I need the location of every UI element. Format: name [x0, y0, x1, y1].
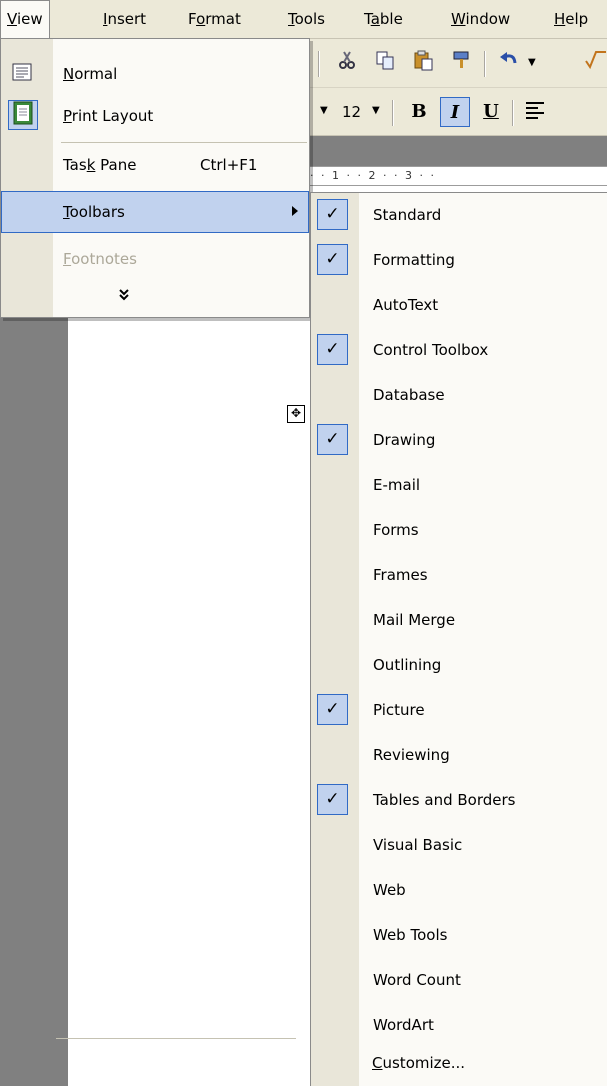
- toolbar-item-label: E-mail: [373, 476, 421, 494]
- toolbar-item-visual-basic[interactable]: Visual Basic: [311, 823, 607, 868]
- menu-tools[interactable]: Tools: [288, 0, 325, 38]
- toolbar-item-label: Customize...: [372, 1054, 466, 1072]
- menu-bar: View Insert Format Tools Table Window He…: [0, 0, 607, 39]
- view-menu-item-label: Footnotes: [63, 250, 137, 268]
- view-menu-item-print-layout[interactable]: Print Layout: [1, 95, 309, 137]
- menu-separator: [56, 1038, 296, 1039]
- view-menu-item-label: Normal: [63, 65, 118, 83]
- toolbar-item-label: AutoText: [373, 296, 439, 314]
- toolbar-item-label: Visual Basic: [373, 836, 463, 854]
- toolbar-item-outlining[interactable]: Outlining: [311, 643, 607, 688]
- toolbar-item-formatting[interactable]: ✓ Formatting: [311, 238, 607, 283]
- toolbar-item-label: Reviewing: [373, 746, 450, 764]
- toolbar-item-label: Mail Merge: [373, 611, 456, 629]
- toolbar-item-label: Control Toolbox: [373, 341, 489, 359]
- toolbar-item-label: Word Count: [373, 971, 461, 989]
- toolbar-item-label: Standard: [373, 206, 442, 224]
- expand-menu-chevron-icon[interactable]: [113, 288, 135, 308]
- toolbar-separator: [512, 100, 514, 126]
- toolbar-item-label: Outlining: [373, 656, 442, 674]
- copy-icon[interactable]: [372, 49, 398, 75]
- toolbar-item-label: Drawing: [373, 431, 436, 449]
- toolbar-item-tables-and-borders[interactable]: ✓ Tables and Borders: [311, 778, 607, 823]
- checkmark-icon: ✓: [317, 199, 348, 230]
- normal-view-icon: [11, 62, 33, 84]
- insert-equation-icon[interactable]: [582, 49, 607, 75]
- underline-button[interactable]: U: [476, 97, 506, 127]
- toolbar-item-frames[interactable]: Frames: [311, 553, 607, 598]
- toolbar-item-database[interactable]: Database: [311, 373, 607, 418]
- checkmark-icon: ✓: [317, 694, 348, 725]
- toolbar-item-web[interactable]: Web: [311, 868, 607, 913]
- view-menu-item-label: Print Layout: [63, 107, 154, 125]
- toolbar-separator: [318, 51, 320, 77]
- view-menu-item-label: Task Pane: [63, 156, 137, 174]
- menu-format[interactable]: Format: [188, 0, 241, 38]
- checkmark-icon: ✓: [317, 424, 348, 455]
- toolbar-item-standard[interactable]: ✓ Standard: [311, 193, 607, 238]
- menu-window[interactable]: Window: [451, 0, 510, 38]
- font-dropdown-icon[interactable]: ▼: [320, 105, 328, 116]
- menu-view[interactable]: View: [0, 0, 50, 38]
- toolbar-item-autotext[interactable]: AutoText: [311, 283, 607, 328]
- toolbar-item-label: Database: [373, 386, 445, 404]
- menu-table[interactable]: Table: [364, 0, 403, 38]
- undo-icon[interactable]: [496, 49, 522, 75]
- toolbar-item-label: Web: [373, 881, 406, 899]
- toolbar-item-label: Web Tools: [373, 926, 448, 944]
- toolbar-item-picture[interactable]: ✓ Picture: [311, 688, 607, 733]
- menu-help[interactable]: Help: [554, 0, 588, 38]
- toolbars-submenu: ✓ Standard ✓ Formatting AutoText ✓ Contr…: [310, 192, 607, 1086]
- checkmark-icon: ✓: [317, 244, 348, 275]
- toolbar-item-e-mail[interactable]: E-mail: [311, 463, 607, 508]
- table-move-handle-icon[interactable]: ✥: [287, 405, 305, 423]
- ruler-scale: · · 1 · · 2 · · 3 · ·: [310, 169, 436, 182]
- menu-insert[interactable]: Insert: [103, 0, 146, 38]
- view-menu-item-label: Toolbars: [63, 203, 125, 221]
- italic-button[interactable]: I: [440, 97, 470, 127]
- toolbar-separator: [392, 100, 394, 126]
- font-size-dropdown-icon[interactable]: ▼: [372, 105, 380, 116]
- view-menu: Normal Print Layout Task Pane Ctrl+F1 To…: [0, 38, 310, 318]
- toolbar-item-mail-merge[interactable]: Mail Merge: [311, 598, 607, 643]
- toolbar-item-label: Frames: [373, 566, 428, 584]
- align-left-icon[interactable]: [522, 99, 548, 125]
- toolbar-item-label: Tables and Borders: [373, 791, 516, 809]
- toolbar-separator: [484, 51, 486, 77]
- toolbar-item-control-toolbox[interactable]: ✓ Control Toolbox: [311, 328, 607, 373]
- task-pane-shortcut: Ctrl+F1: [200, 156, 258, 174]
- cut-icon[interactable]: [334, 49, 360, 75]
- checkmark-icon: ✓: [317, 334, 348, 365]
- toolbar-item-customize[interactable]: Customize...: [310, 1041, 607, 1086]
- checkmark-icon: ✓: [317, 784, 348, 815]
- toolbar-item-forms[interactable]: Forms: [311, 508, 607, 553]
- font-size-box[interactable]: 12: [342, 100, 361, 124]
- submenu-arrow-icon: [292, 206, 298, 216]
- toolbar-item-word-count[interactable]: Word Count: [311, 958, 607, 1003]
- format-painter-icon[interactable]: [448, 49, 474, 75]
- toolbar-item-label: Formatting: [373, 251, 455, 269]
- toolbar-item-label: Forms: [373, 521, 419, 539]
- view-menu-item-footnotes: Footnotes: [1, 238, 309, 280]
- toolbar-item-drawing[interactable]: ✓ Drawing: [311, 418, 607, 463]
- print-layout-icon: [8, 100, 38, 130]
- toolbar-item-label: Picture: [373, 701, 425, 719]
- view-menu-item-normal[interactable]: Normal: [1, 53, 309, 95]
- horizontal-ruler[interactable]: · · 1 · · 2 · · 3 · ·: [310, 166, 607, 186]
- view-menu-item-toolbars[interactable]: Toolbars: [1, 191, 309, 233]
- toolbar-item-reviewing[interactable]: Reviewing: [311, 733, 607, 778]
- toolbar-item-web-tools[interactable]: Web Tools: [311, 913, 607, 958]
- paste-icon[interactable]: [410, 49, 436, 75]
- bold-button[interactable]: B: [404, 97, 434, 127]
- menu-separator: [61, 142, 307, 143]
- undo-dropdown-icon[interactable]: ▼: [528, 57, 536, 68]
- view-menu-item-task-pane[interactable]: Task Pane Ctrl+F1: [1, 144, 309, 186]
